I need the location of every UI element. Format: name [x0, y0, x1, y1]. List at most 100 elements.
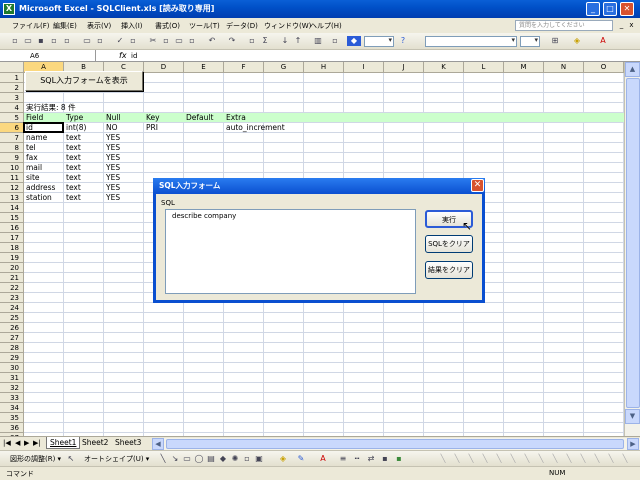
table-cell[interactable]: text: [64, 143, 81, 153]
arrow-icon[interactable]: ↘: [170, 454, 180, 464]
table-cell[interactable]: text: [64, 193, 81, 203]
table-cell[interactable]: fax: [24, 153, 38, 163]
clipart-icon[interactable]: ▫: [242, 454, 252, 464]
row-header[interactable]: 21: [0, 273, 24, 283]
row-header[interactable]: 11: [0, 173, 24, 183]
dash-style-icon[interactable]: ┅: [352, 454, 362, 464]
table-cell[interactable]: YES: [104, 143, 120, 153]
menu-help[interactable]: ヘルプ(H): [310, 21, 342, 31]
table-cell[interactable]: YES: [104, 133, 120, 143]
column-header-f[interactable]: F: [224, 62, 264, 73]
3d-icon[interactable]: ▪: [394, 454, 404, 464]
menu-format[interactable]: 書式(O): [155, 21, 180, 31]
sort-asc-icon[interactable]: ↓: [280, 36, 290, 46]
row-header[interactable]: 12: [0, 183, 24, 193]
research-icon[interactable]: ▫: [128, 36, 138, 46]
row-header[interactable]: 22: [0, 283, 24, 293]
line-icon[interactable]: ╲: [158, 454, 168, 464]
row-header[interactable]: 31: [0, 373, 24, 383]
shadow-icon[interactable]: ▪: [380, 454, 390, 464]
font-size-combo[interactable]: [520, 36, 540, 47]
arrow-style-icon[interactable]: ⇄: [366, 454, 376, 464]
wordart-icon[interactable]: ◆: [218, 454, 228, 464]
fill-color-icon[interactable]: ◈: [572, 36, 582, 46]
doc-minimize-icon[interactable]: _: [617, 21, 626, 30]
spell-icon[interactable]: ✓: [115, 36, 125, 46]
row-header[interactable]: 3: [0, 93, 24, 103]
table-cell[interactable]: text: [64, 153, 81, 163]
menu-insert[interactable]: 挿入(I): [121, 21, 143, 31]
table-cell[interactable]: text: [64, 133, 81, 143]
table-cell[interactable]: YES: [104, 163, 120, 173]
autoshapes-menu-button[interactable]: オートシェイプ(U) ▾: [84, 454, 149, 464]
help-icon[interactable]: ?: [398, 36, 408, 46]
row-header[interactable]: 16: [0, 223, 24, 233]
row-header[interactable]: 6: [0, 123, 24, 133]
table-cell[interactable]: PRI: [144, 123, 158, 133]
row-header[interactable]: 7: [0, 133, 24, 143]
open-icon[interactable]: ▭: [23, 36, 33, 46]
row-header[interactable]: 13: [0, 193, 24, 203]
clear-results-button[interactable]: 結果をクリア: [425, 261, 473, 279]
row-header[interactable]: 26: [0, 323, 24, 333]
table-cell[interactable]: site: [24, 173, 40, 183]
first-sheet-icon[interactable]: |◀: [3, 439, 11, 447]
rectangle-icon[interactable]: ▭: [182, 454, 192, 464]
formula-input[interactable]: id: [131, 50, 137, 62]
prev-sheet-icon[interactable]: ◀: [15, 439, 20, 447]
menu-data[interactable]: データ(D): [226, 21, 258, 31]
scroll-left-icon[interactable]: ◀: [152, 438, 164, 450]
name-box[interactable]: A6: [0, 50, 96, 62]
row-header[interactable]: 36: [0, 423, 24, 433]
print-icon[interactable]: ▭: [82, 36, 92, 46]
row-header[interactable]: 24: [0, 303, 24, 313]
table-cell[interactable]: text: [64, 163, 81, 173]
horizontal-scroll-thumb[interactable]: [166, 439, 624, 449]
row-header[interactable]: 35: [0, 413, 24, 423]
row-header[interactable]: 14: [0, 203, 24, 213]
excel-app-icon[interactable]: X: [3, 3, 15, 15]
tab-sheet3[interactable]: Sheet3: [112, 437, 144, 449]
row-header[interactable]: 8: [0, 143, 24, 153]
font-color-icon[interactable]: A: [598, 36, 608, 46]
line-color-icon[interactable]: ✎: [296, 454, 306, 464]
minimize-button[interactable]: _: [586, 2, 600, 16]
draw-font-color-icon[interactable]: A: [318, 454, 328, 464]
table-cell[interactable]: station: [24, 193, 52, 203]
table-cell[interactable]: YES: [104, 173, 120, 183]
row-header[interactable]: 2: [0, 83, 24, 93]
select-all-corner[interactable]: [0, 62, 24, 73]
table-cell[interactable]: YES: [104, 183, 120, 193]
column-header-k[interactable]: K: [424, 62, 464, 73]
row-header[interactable]: 10: [0, 163, 24, 173]
scroll-down-icon[interactable]: ▼: [625, 409, 640, 424]
table-cell[interactable]: NO: [104, 123, 118, 133]
undo-icon[interactable]: ↶: [207, 36, 217, 46]
dialog-close-icon[interactable]: ✕: [471, 179, 484, 192]
new-icon[interactable]: ▫: [10, 36, 20, 46]
permission-icon[interactable]: ▫: [49, 36, 59, 46]
doc-close-icon[interactable]: x: [627, 21, 636, 30]
column-header-n[interactable]: N: [544, 62, 584, 73]
vertical-scrollbar[interactable]: ▲ ▼: [624, 62, 640, 436]
draw-fill-color-icon[interactable]: ◈: [278, 454, 288, 464]
row-header[interactable]: 29: [0, 353, 24, 363]
fx-icon[interactable]: fx: [119, 50, 127, 62]
cut-icon[interactable]: ✂: [148, 36, 158, 46]
column-header-d[interactable]: D: [144, 62, 184, 73]
table-cell[interactable]: text: [64, 183, 81, 193]
column-header-o[interactable]: O: [584, 62, 624, 73]
row-header[interactable]: 17: [0, 233, 24, 243]
font-combo[interactable]: [425, 36, 517, 47]
scroll-up-icon[interactable]: ▲: [625, 62, 640, 77]
sort-desc-icon[interactable]: ↑: [293, 36, 303, 46]
row-header[interactable]: 5: [0, 113, 24, 123]
row-header[interactable]: 18: [0, 243, 24, 253]
table-cell[interactable]: YES: [104, 193, 120, 203]
table-cell[interactable]: tel: [24, 143, 36, 153]
vba-icon[interactable]: ◆: [347, 36, 361, 46]
column-header-j[interactable]: J: [384, 62, 424, 73]
column-header-g[interactable]: G: [264, 62, 304, 73]
mail-icon[interactable]: ▫: [62, 36, 72, 46]
textbox-icon[interactable]: ▤: [206, 454, 216, 464]
